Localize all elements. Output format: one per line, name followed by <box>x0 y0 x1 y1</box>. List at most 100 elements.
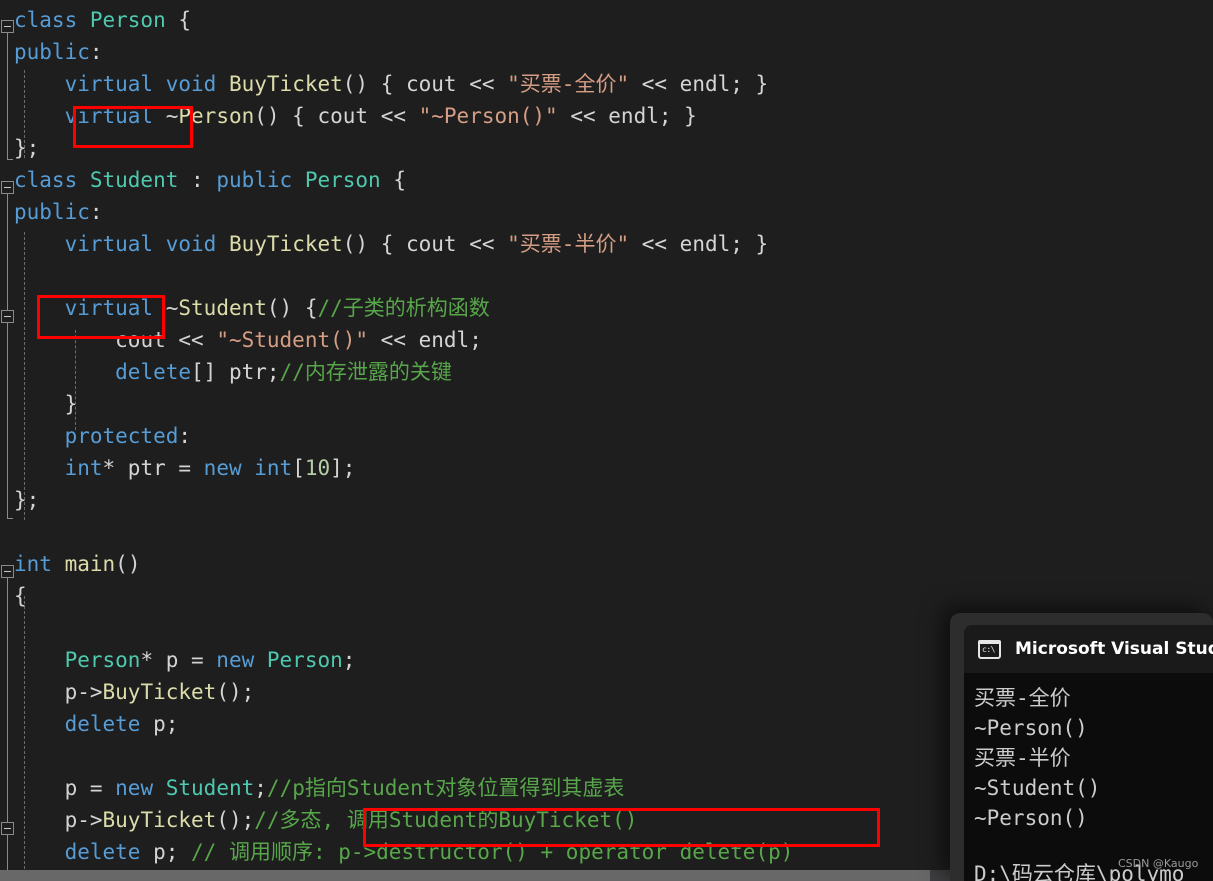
code-line[interactable]: virtual void BuyTicket() { cout << "买票-全… <box>0 68 1213 100</box>
code-token: () <box>115 552 141 576</box>
console-output-line: 买票-全价 <box>974 686 1071 710</box>
code-line[interactable]: }; <box>0 484 1213 516</box>
code-token: ; } <box>730 72 769 96</box>
code-token: Student <box>165 776 255 800</box>
code-token: BuyTicket <box>228 72 343 96</box>
code-token: endl <box>679 232 731 256</box>
code-token: // 调用顺序: p->destructor() + operator dele… <box>191 840 794 864</box>
code-token: new <box>115 776 154 800</box>
code-line[interactable] <box>0 516 1213 548</box>
code-token: void <box>165 72 217 96</box>
code-token: new <box>203 456 242 480</box>
horizontal-scrollbar-thumb[interactable] <box>0 870 930 881</box>
code-token: << <box>629 232 680 256</box>
code-token: Person <box>64 648 141 672</box>
console-output-line: 买票-半价 <box>974 746 1071 770</box>
code-token: cout <box>406 72 457 96</box>
code-token: virtual <box>64 232 154 256</box>
console-window-inner: Microsoft Visual Studio 买票-全价 ~Person() … <box>964 625 1213 881</box>
code-token: << <box>456 72 508 96</box>
code-token: public <box>14 200 90 224</box>
code-token: << <box>368 328 419 352</box>
code-token: (); <box>216 680 255 704</box>
code-line[interactable]: { <box>0 580 1213 612</box>
code-token: * p = <box>140 648 217 672</box>
code-token: << <box>368 104 419 128</box>
code-line[interactable] <box>0 260 1213 292</box>
console-titlebar[interactable]: Microsoft Visual Studio <box>964 625 1213 673</box>
code-token: () { <box>342 232 406 256</box>
console-window[interactable]: Microsoft Visual Studio 买票-全价 ~Person() … <box>950 613 1213 881</box>
code-line[interactable]: public: <box>0 196 1213 228</box>
code-line[interactable]: class Student : public Person { <box>0 164 1213 196</box>
code-token: p-> <box>14 680 103 704</box>
code-token: virtual <box>64 296 154 320</box>
code-token: endl <box>608 104 659 128</box>
code-line[interactable]: public: <box>0 36 1213 68</box>
code-token: ~ <box>153 296 179 320</box>
code-token: delete <box>115 360 192 384</box>
console-output: 买票-全价 ~Person() 买票-半价 ~Student() ~Person… <box>964 673 1213 881</box>
code-line[interactable]: class Person { <box>0 4 1213 36</box>
code-line[interactable]: virtual ~Student() {//子类的析构函数 <box>0 292 1213 324</box>
code-token: () { <box>266 296 318 320</box>
code-token: public <box>216 168 305 192</box>
code-token: * ptr = <box>102 456 204 480</box>
code-token: endl <box>679 72 731 96</box>
code-token: int <box>254 456 293 480</box>
code-line[interactable]: int* ptr = new int[10]; <box>0 452 1213 484</box>
code-token: ; } <box>730 232 769 256</box>
code-token: : <box>178 424 192 448</box>
code-token: << <box>165 328 217 352</box>
code-token: void <box>165 232 217 256</box>
code-token: class <box>14 168 90 192</box>
code-token: "~Student()" <box>216 328 369 352</box>
code-token: ; } <box>658 104 697 128</box>
code-line[interactable]: protected: <box>0 420 1213 452</box>
code-token: << <box>629 72 680 96</box>
code-line[interactable]: }; <box>0 132 1213 164</box>
code-token: p; <box>140 840 192 864</box>
code-token: delete <box>64 840 141 864</box>
code-line[interactable]: virtual void BuyTicket() { cout << "买票-半… <box>0 228 1213 260</box>
code-token: "~Person()" <box>418 104 558 128</box>
code-token: virtual <box>64 72 154 96</box>
code-token: << <box>557 104 609 128</box>
code-token: Person <box>304 168 381 192</box>
code-token: << <box>456 232 508 256</box>
code-token: ; <box>254 776 267 800</box>
code-token: "买票-全价" <box>507 72 630 96</box>
code-token: [ <box>292 456 305 480</box>
console-window-icon <box>978 639 1001 659</box>
console-title: Microsoft Visual Studio <box>1015 639 1213 659</box>
code-token: { <box>380 168 406 192</box>
code-line[interactable]: } <box>0 388 1213 420</box>
code-line[interactable]: int main() <box>0 548 1213 580</box>
console-output-spacer <box>974 833 1213 859</box>
code-token: { <box>14 584 27 608</box>
code-token: //子类的析构函数 <box>317 296 490 320</box>
code-line[interactable]: virtual ~Person() { cout << "~Person()" … <box>0 100 1213 132</box>
code-line[interactable]: delete[] ptr;//内存泄露的关键 <box>0 356 1213 388</box>
code-token: //多态, 调用Student的BuyTicket() <box>254 808 638 832</box>
code-token: Student <box>178 296 267 320</box>
code-line[interactable]: cout << "~Student()" << endl; <box>0 324 1213 356</box>
watermark: CSDN @Kaugo <box>1118 857 1199 870</box>
code-token: ~ <box>153 104 179 128</box>
code-token: "买票-半价" <box>507 232 630 256</box>
code-token: p-> <box>14 808 103 832</box>
code-token: Student <box>89 168 179 192</box>
